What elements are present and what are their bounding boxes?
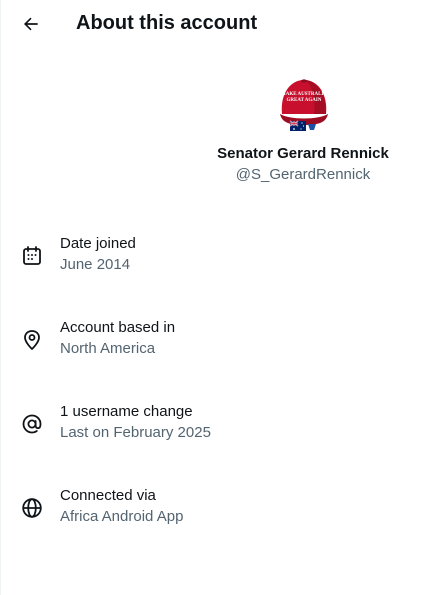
australian-flag-badge — [289, 120, 306, 131]
detail-connected-via: Connected via Africa Android App — [1, 486, 431, 546]
location-pin-icon — [20, 328, 44, 352]
detail-date-joined: Date joined June 2014 — [1, 234, 431, 294]
detail-value: North America — [60, 340, 156, 357]
detail-label: Date joined — [60, 235, 136, 252]
calendar-icon — [20, 244, 44, 268]
arrow-left-icon — [21, 14, 41, 34]
avatar[interactable]: MAKE AUSTRALIA GREAT AGAIN — [276, 74, 332, 136]
profile-summary: MAKE AUSTRALIA GREAT AGAIN Senator Gerar… — [161, 72, 431, 188]
detail-value: Last on February 2025 — [60, 424, 211, 441]
page-title: About this account — [76, 12, 258, 34]
globe-icon — [20, 496, 44, 520]
cap-text-line2: GREAT AGAIN — [287, 98, 322, 103]
detail-label: 1 username change — [60, 403, 193, 420]
detail-account-based-in: Account based in North America — [1, 318, 431, 378]
at-sign-icon — [20, 412, 44, 436]
about-account-panel: About this account MAKE AUSTRALIA GREAT … — [0, 0, 430, 595]
detail-value: Africa Android App — [60, 508, 184, 525]
detail-username-change: 1 username change Last on February 2025 — [1, 402, 431, 462]
display-name: Senator Gerard Rennick — [217, 145, 389, 162]
detail-value: June 2014 — [60, 256, 131, 273]
page-header: About this account — [1, 0, 431, 48]
red-cap-avatar: MAKE AUSTRALIA GREAT AGAIN — [280, 79, 328, 131]
cap-text-line1: MAKE AUSTRALIA — [281, 92, 327, 97]
user-handle[interactable]: @S_GerardRennick — [161, 165, 431, 185]
back-button[interactable] — [13, 6, 49, 42]
detail-label: Account based in — [60, 319, 176, 336]
detail-label: Connected via — [60, 487, 156, 504]
